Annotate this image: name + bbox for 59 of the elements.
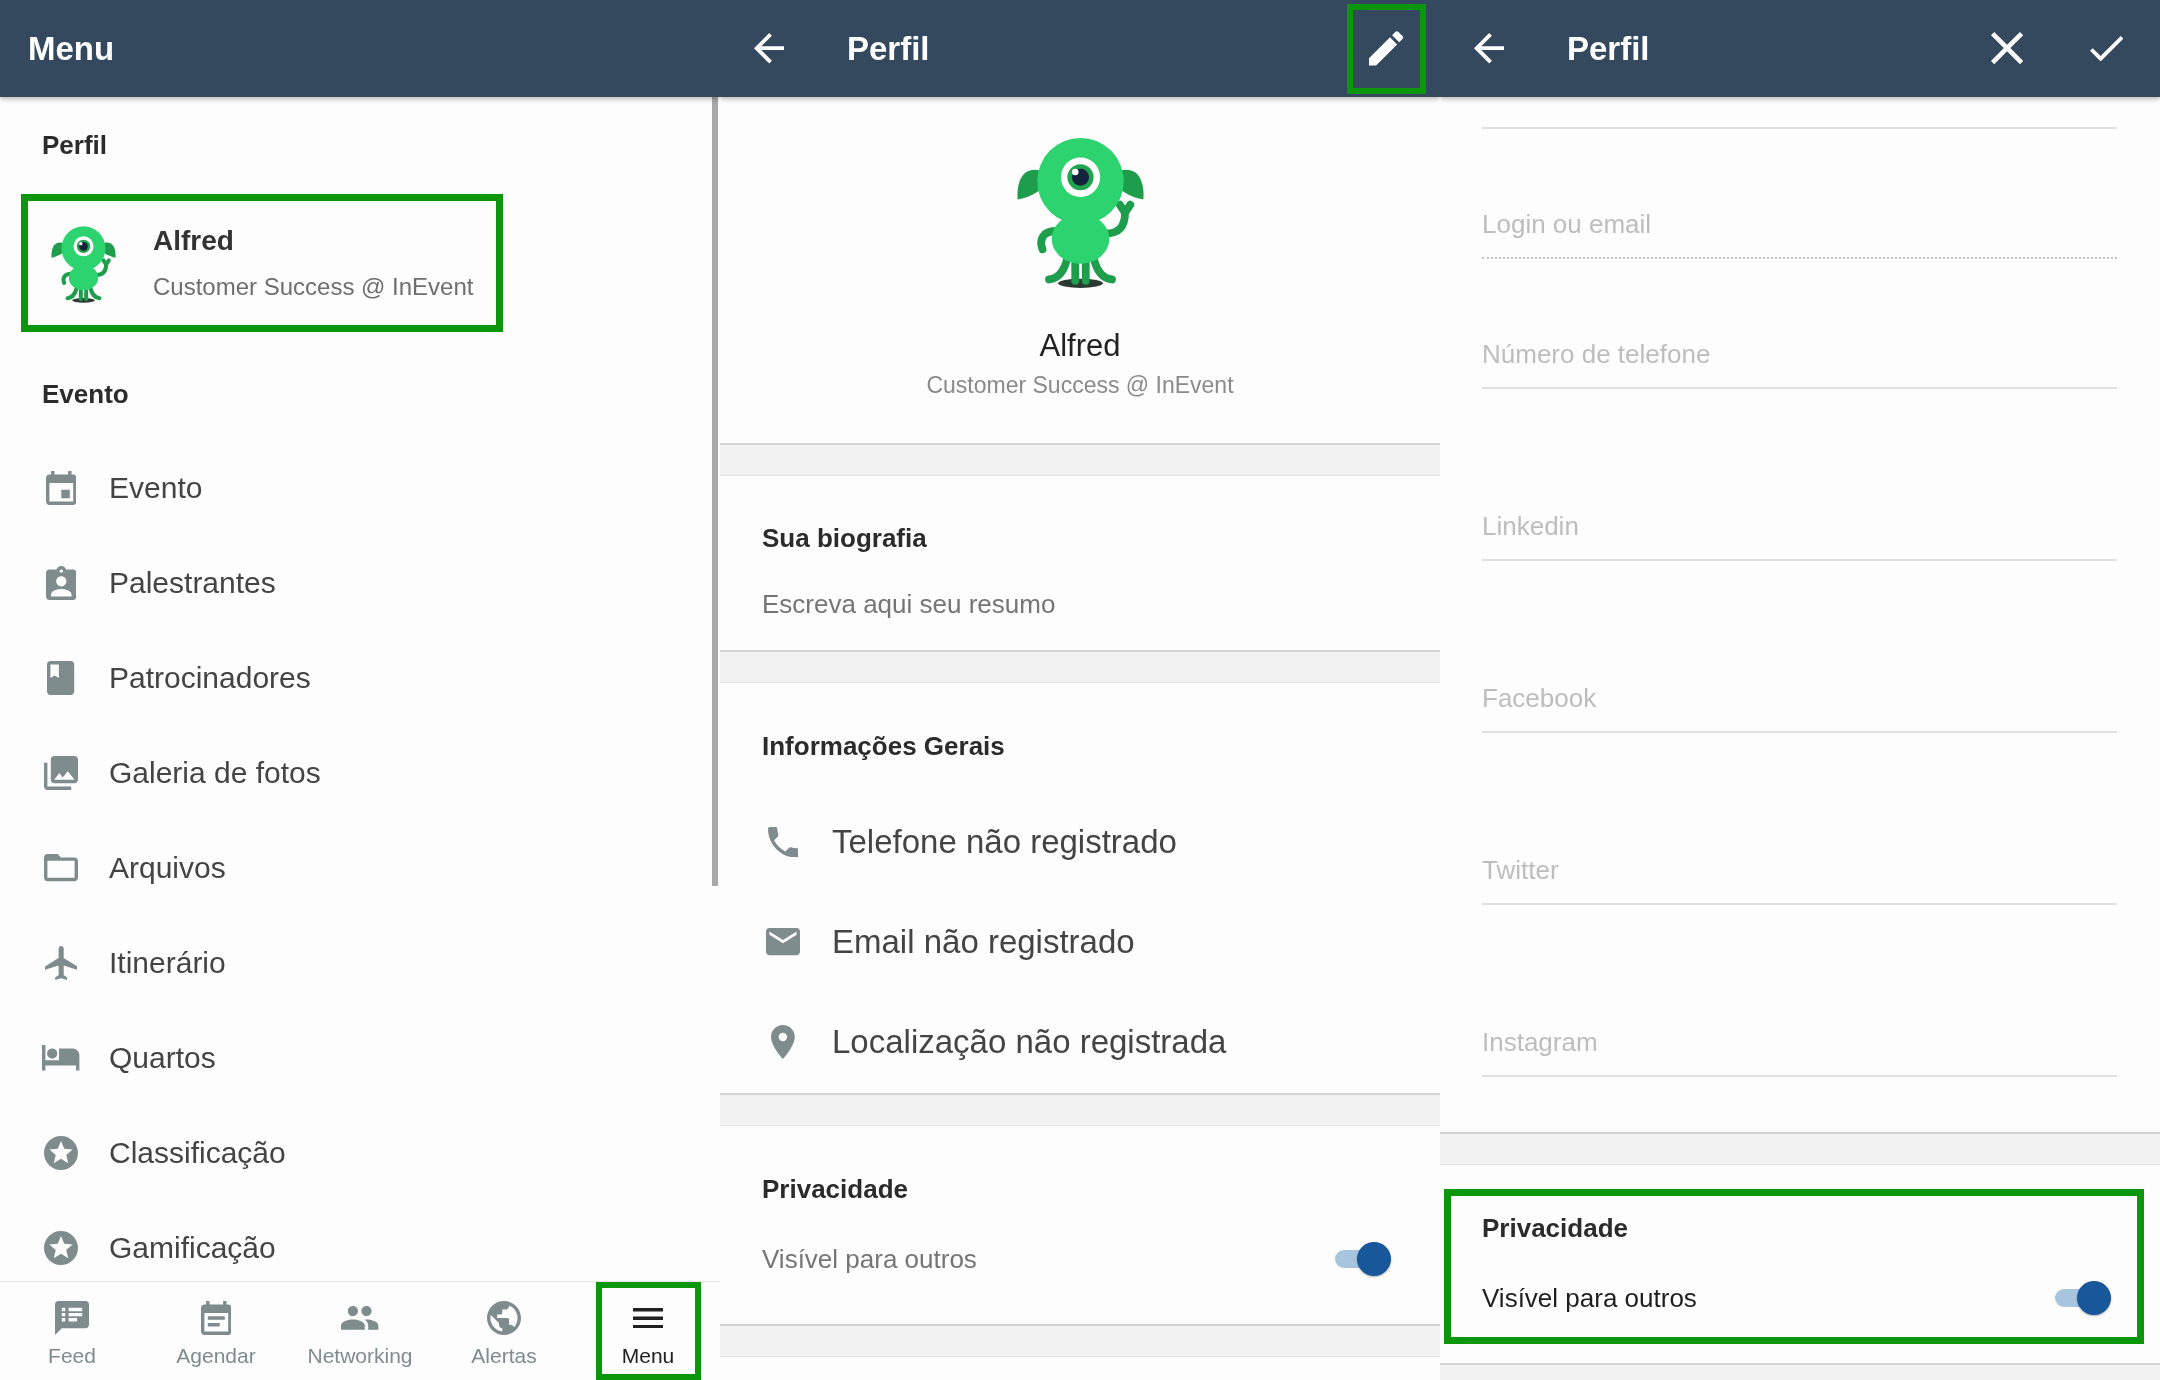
- drawer-item[interactable]: Quartos: [0, 1025, 720, 1091]
- drawer-item[interactable]: Galeria de fotos: [0, 740, 720, 806]
- book-icon: [47, 661, 75, 695]
- card-title: Privacidade: [762, 1173, 908, 1206]
- photo-stack-icon: [44, 756, 78, 790]
- input-field[interactable]: Linkedin: [1482, 502, 2117, 561]
- bio-text: Escreva aqui seu resumo: [762, 588, 1056, 621]
- check-icon: [2089, 35, 2124, 62]
- toggle-switch[interactable]: [1335, 1241, 1392, 1277]
- close-icon: [1991, 32, 2024, 65]
- monster-avatar-icon: [50, 223, 117, 303]
- toggle-label: Visível para outros: [1482, 1282, 1697, 1315]
- info-text: Telefone não registrado: [832, 822, 1177, 862]
- map-pin-icon: [771, 1025, 795, 1059]
- profile-name: Alfred: [153, 224, 234, 258]
- info-text: Email não registrado: [832, 922, 1135, 962]
- envelope-icon: [766, 928, 800, 956]
- card-title: Privacidade: [1482, 1212, 1628, 1245]
- calendar-icon: [200, 1301, 232, 1335]
- input-field[interactable]: Número de telefone: [1482, 330, 2117, 389]
- pencil-icon: [1369, 31, 1404, 66]
- drawer-item[interactable]: Itinerário: [0, 930, 720, 996]
- calendar-icon: [45, 471, 77, 505]
- phone-icon: [767, 826, 799, 858]
- screen-title: Perfil: [847, 28, 930, 69]
- profile-card[interactable]: Alfred Customer Success @ InEvent: [21, 194, 503, 332]
- folder-icon: [44, 854, 78, 882]
- toggle-label: Visível para outros: [762, 1243, 977, 1276]
- section-label: Evento: [42, 378, 129, 411]
- card-title: Informações Gerais: [762, 730, 1005, 763]
- screen-title: Perfil: [1567, 28, 1650, 69]
- back-arrow-icon: [753, 33, 785, 64]
- airplane-icon: [44, 946, 78, 980]
- bed-icon: [42, 1045, 80, 1071]
- card-title: Sua biografia: [762, 522, 927, 555]
- drawer-item[interactable]: Evento: [0, 455, 720, 521]
- drawer-item[interactable]: Arquivos: [0, 835, 720, 901]
- nav-item[interactable]: Menu: [595, 1282, 701, 1380]
- toggle-switch[interactable]: [2055, 1280, 2112, 1316]
- edit-button[interactable]: [1347, 3, 1426, 94]
- profile-name: Alfred: [1039, 327, 1121, 365]
- input-field[interactable]: Instagram: [1482, 1018, 2117, 1077]
- menu-icon: [632, 1307, 664, 1329]
- chat-list-icon: [55, 1301, 89, 1335]
- drawer-item[interactable]: Patrocinadores: [0, 645, 720, 711]
- person-badge-icon: [45, 566, 77, 600]
- section-label: Perfil: [42, 129, 108, 162]
- screen-title: Menu: [28, 28, 115, 69]
- profile-subtitle: Customer Success @ InEvent: [926, 371, 1234, 400]
- input-field[interactable]: Facebook: [1482, 674, 2117, 733]
- back-arrow-icon: [1473, 33, 1505, 64]
- drawer-item[interactable]: Classificação: [0, 1120, 720, 1186]
- globe-icon: [487, 1301, 521, 1335]
- people-icon: [341, 1306, 379, 1330]
- drawer-item[interactable]: Palestrantes: [0, 550, 720, 616]
- input-field[interactable]: Twitter: [1482, 846, 2117, 905]
- drawer-item[interactable]: Gamificação: [0, 1215, 720, 1281]
- profile-subtitle: Customer Success @ InEvent: [153, 272, 474, 302]
- info-text: Localização não registrada: [832, 1022, 1227, 1062]
